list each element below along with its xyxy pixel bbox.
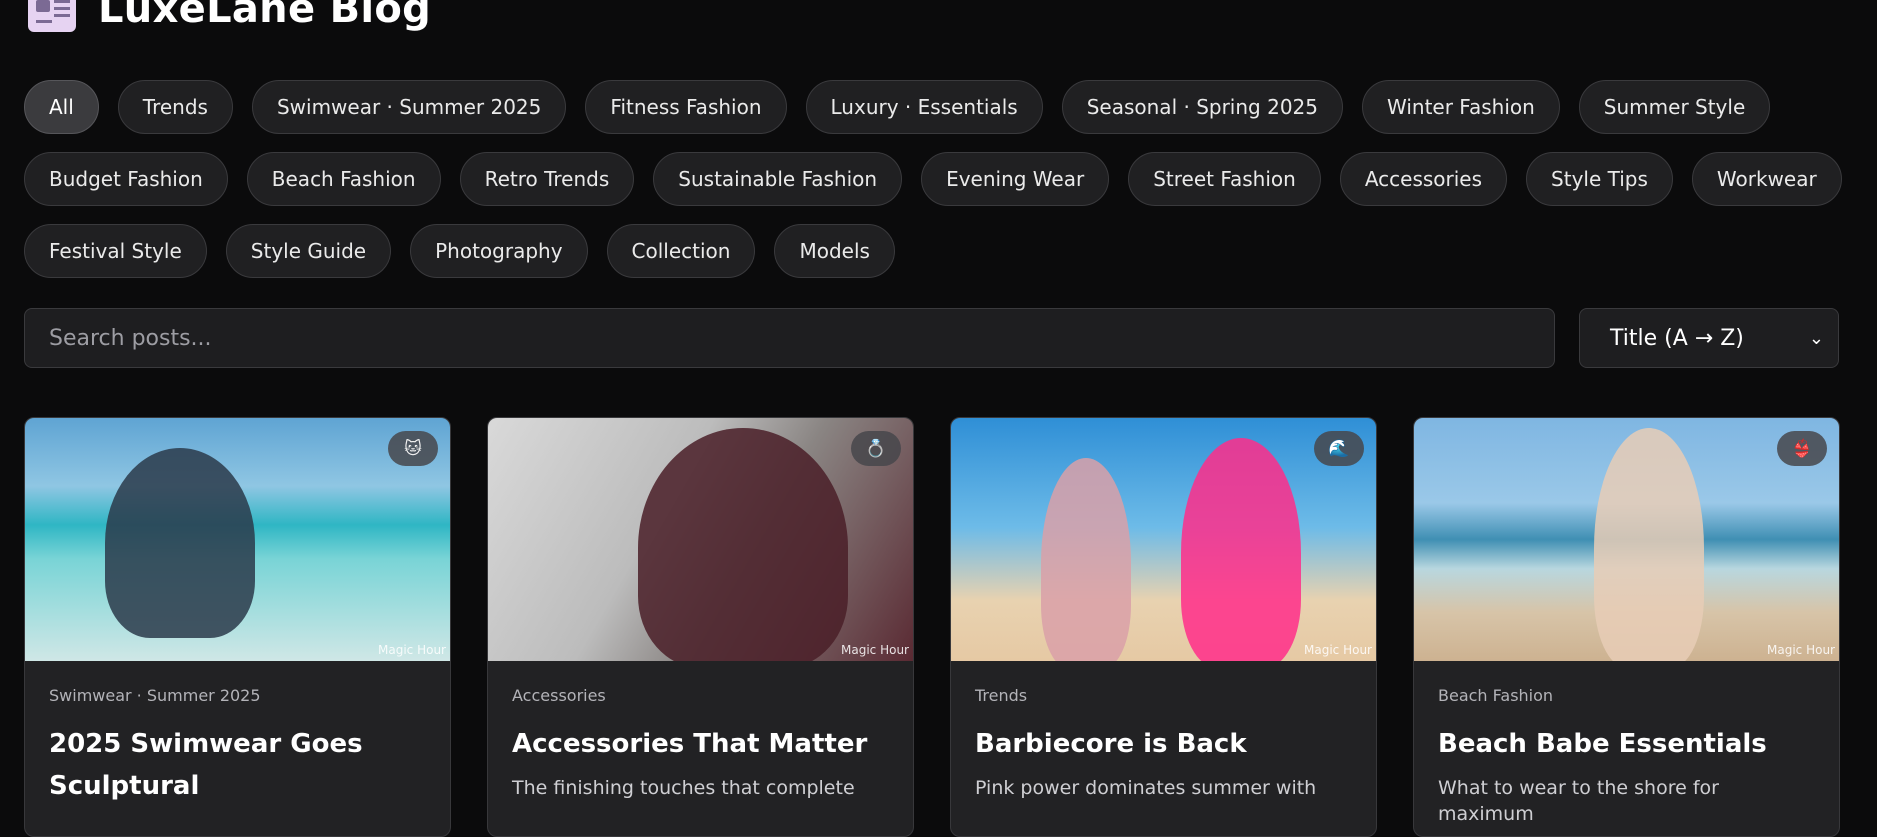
filter-chip-beach-fashion[interactable]: Beach Fashion — [246, 152, 441, 206]
post-title[interactable]: Accessories That Matter — [512, 723, 889, 765]
category-filters: All Trends Swimwear · Summer 2025 Fitnes… — [24, 80, 1844, 296]
filter-chip-workwear[interactable]: Workwear — [1691, 152, 1842, 206]
post-image: 🐱 Magic Hour — [25, 418, 450, 661]
filter-chip-style-tips[interactable]: Style Tips — [1526, 152, 1673, 206]
category-badge-icon: 💍 — [851, 431, 901, 466]
image-figure — [1041, 458, 1131, 661]
post-excerpt: The finishing touches that complete — [512, 777, 855, 799]
image-figure — [638, 428, 848, 661]
chevron-down-icon: ⌄ — [1808, 327, 1824, 349]
post-category: Trends — [975, 686, 1028, 705]
post-excerpt: What to wear to the shore for maximum — [1438, 777, 1719, 825]
post-category: Beach Fashion — [1438, 686, 1554, 705]
filter-chip-models[interactable]: Models — [774, 224, 895, 278]
filter-chip-seasonal-spring-2025[interactable]: Seasonal · Spring 2025 — [1061, 80, 1343, 134]
filter-row-3: Festival Style Style Guide Photography C… — [24, 224, 1844, 278]
image-figure — [1594, 428, 1704, 661]
filter-chip-accessories[interactable]: Accessories — [1339, 152, 1508, 206]
post-image: 👙 Magic Hour — [1414, 418, 1839, 661]
filter-chip-winter-fashion[interactable]: Winter Fashion — [1362, 80, 1560, 134]
post-category: Accessories — [512, 686, 606, 705]
watermark: Magic Hour — [378, 643, 446, 657]
filter-chip-luxury-essentials[interactable]: Luxury · Essentials — [805, 80, 1043, 134]
filter-chip-fitness-fashion[interactable]: Fitness Fashion — [585, 80, 787, 134]
image-figure — [105, 448, 255, 638]
watermark: Magic Hour — [841, 643, 909, 657]
site-header: LuxeLane Blog — [28, 0, 431, 32]
category-badge-icon: 🐱 — [388, 431, 438, 466]
post-title[interactable]: Beach Babe Essentials — [1438, 723, 1815, 765]
category-badge-icon: 👙 — [1777, 431, 1827, 466]
watermark: Magic Hour — [1304, 643, 1372, 657]
filter-chip-festival-style[interactable]: Festival Style — [24, 224, 207, 278]
post-image: 💍 Magic Hour — [488, 418, 913, 661]
post-excerpt: Pink power dominates summer with — [975, 777, 1317, 799]
post-image: 🌊 Magic Hour — [951, 418, 1376, 661]
post-card[interactable]: 💍 Magic Hour Accessories Accessories Tha… — [487, 417, 914, 837]
page-title: LuxeLane Blog — [98, 0, 432, 32]
filter-chip-budget-fashion[interactable]: Budget Fashion — [24, 152, 228, 206]
sort-select[interactable]: Title (A → Z) ⌄ — [1579, 308, 1839, 368]
category-badge-icon: 🌊 — [1314, 431, 1364, 466]
filter-chip-photography[interactable]: Photography — [410, 224, 588, 278]
filter-chip-sustainable-fashion[interactable]: Sustainable Fashion — [653, 152, 903, 206]
filter-chip-swimwear-summer-2025[interactable]: Swimwear · Summer 2025 — [251, 80, 567, 134]
post-card[interactable]: 🐱 Magic Hour Swimwear · Summer 2025 2025… — [24, 417, 451, 837]
filter-chip-evening-wear[interactable]: Evening Wear — [921, 152, 1110, 206]
filter-chip-collection[interactable]: Collection — [606, 224, 756, 278]
post-card[interactable]: 🌊 Magic Hour Trends Barbiecore is Back P… — [950, 417, 1377, 837]
filter-chip-street-fashion[interactable]: Street Fashion — [1128, 152, 1321, 206]
post-title[interactable]: 2025 Swimwear Goes Sculptural — [49, 723, 426, 807]
sort-selected-value: Title (A → Z) — [1610, 325, 1744, 351]
filter-row-2: Budget Fashion Beach Fashion Retro Trend… — [24, 152, 1844, 206]
filter-chip-style-guide[interactable]: Style Guide — [225, 224, 392, 278]
image-figure — [1181, 438, 1301, 661]
search-input[interactable]: Search posts... — [24, 308, 1555, 368]
post-grid: 🐱 Magic Hour Swimwear · Summer 2025 2025… — [24, 417, 1840, 837]
post-category: Swimwear · Summer 2025 — [49, 686, 261, 705]
post-title[interactable]: Barbiecore is Back — [975, 723, 1352, 765]
filter-chip-summer-style[interactable]: Summer Style — [1578, 80, 1771, 134]
search-placeholder: Search posts... — [49, 325, 212, 351]
newspaper-icon — [28, 0, 76, 32]
filter-chip-trends[interactable]: Trends — [117, 80, 233, 134]
filter-row-1: All Trends Swimwear · Summer 2025 Fitnes… — [24, 80, 1844, 134]
filter-chip-all[interactable]: All — [24, 80, 99, 134]
post-card[interactable]: 👙 Magic Hour Beach Fashion Beach Babe Es… — [1413, 417, 1840, 837]
watermark: Magic Hour — [1767, 643, 1835, 657]
filter-chip-retro-trends[interactable]: Retro Trends — [459, 152, 635, 206]
